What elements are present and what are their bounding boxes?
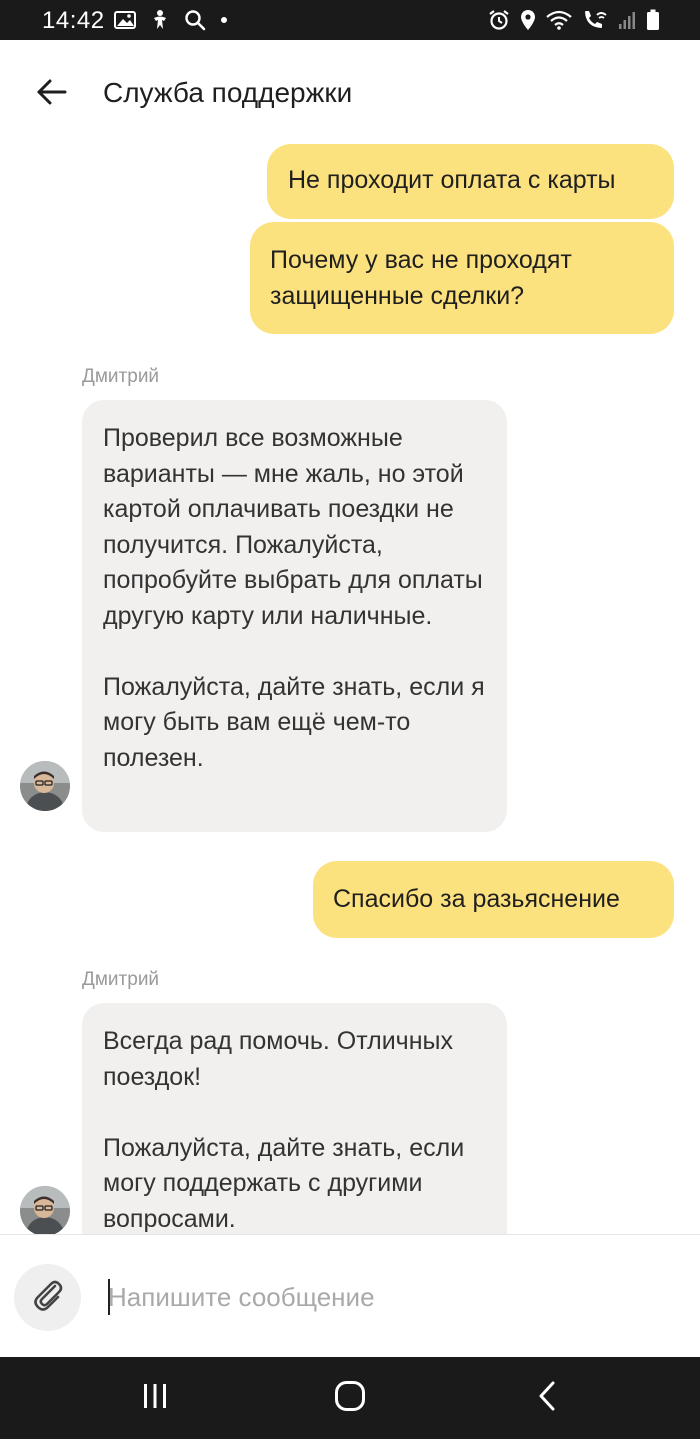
battery-icon — [646, 9, 660, 31]
gallery-icon — [114, 11, 136, 29]
back-icon — [537, 1381, 557, 1416]
home-icon — [334, 1380, 366, 1417]
arrow-left-icon — [37, 79, 67, 110]
attach-button[interactable] — [14, 1264, 81, 1331]
page-title: Служба поддержки — [103, 77, 353, 108]
status-left-icons — [114, 9, 228, 31]
recent-apps-icon — [141, 1382, 169, 1415]
sender-name: Дмитрий — [82, 366, 160, 387]
alarm-icon — [488, 9, 510, 31]
search-icon — [184, 9, 206, 31]
text-caret — [108, 1279, 110, 1315]
recent-apps-button[interactable] — [105, 1357, 205, 1439]
operator-avatar — [20, 1186, 70, 1234]
wifi-call-icon — [582, 9, 608, 31]
operator-message[interactable]: Проверил все возможные варианты — мне жа… — [82, 400, 507, 832]
message-input[interactable] — [108, 1275, 668, 1319]
home-button[interactable] — [300, 1357, 400, 1439]
status-time: 14:42 — [42, 7, 105, 34]
paperclip-icon — [30, 1277, 66, 1318]
operator-message[interactable]: Всегда рад помочь. Отличных поездок! Пож… — [82, 1003, 507, 1234]
app-header: Служба поддержки — [0, 40, 700, 144]
system-nav-bar — [0, 1357, 700, 1439]
user-message[interactable]: Почему у вас не проходят защищенные сдел… — [250, 222, 674, 334]
user-message[interactable]: Спасибо за разьяснение — [313, 861, 674, 938]
nav-back-button[interactable] — [497, 1357, 597, 1439]
user-message[interactable]: Не проходит оплата с карты — [267, 144, 674, 219]
message-composer — [0, 1234, 700, 1357]
operator-avatar — [20, 761, 70, 811]
sender-name: Дмитрий — [82, 969, 160, 990]
signal-icon — [618, 10, 636, 30]
status-right-icons — [488, 8, 660, 32]
status-bar: 14:42 — [0, 0, 700, 40]
location-icon — [520, 9, 536, 31]
wifi-icon — [546, 10, 572, 30]
chat-messages[interactable]: Не проходит оплата с карты Почему у вас … — [0, 144, 700, 1234]
accessibility-icon — [150, 9, 170, 31]
back-button[interactable] — [30, 74, 74, 114]
dot-icon — [220, 16, 228, 24]
